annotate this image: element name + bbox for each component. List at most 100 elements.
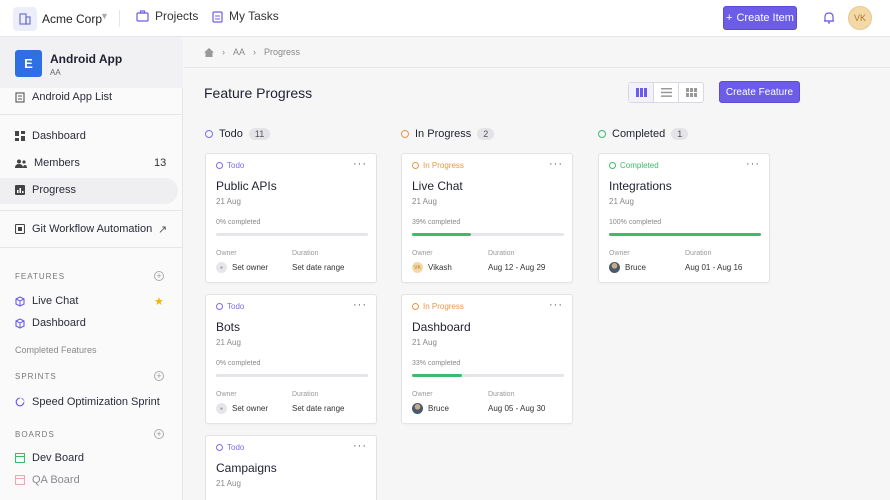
more-options-icon[interactable]: ··· [353,299,367,311]
feature-card[interactable]: Completed ··· Integrations 21 Aug 100% c… [598,153,770,283]
sprint-icon [15,397,25,407]
nav-projects[interactable]: Projects [136,9,198,23]
create-item-button[interactable]: + Create Item [723,6,797,30]
sidebar-item-progress[interactable]: Progress [15,184,76,196]
cube-icon [15,295,25,307]
chart-icon [15,185,25,195]
duration-field[interactable]: Set date range [292,263,344,272]
owner-field[interactable]: ● Set owner [216,262,268,273]
sidebar-item-label: Progress [32,184,77,196]
progress-text: 100% completed [609,219,662,226]
owner-field[interactable]: ● Set owner [216,403,268,414]
status-label: Todo [227,302,245,311]
external-link-icon[interactable]: ↗ [158,223,167,236]
sidebar-item-dev-board[interactable]: Dev Board [15,452,84,464]
sidebar-item-sprint[interactable]: Speed Optimization Sprint [15,396,160,408]
page-title: Feature Progress [204,85,313,101]
card-date: 21 Aug [216,338,241,347]
feature-card[interactable]: Todo ··· Bots 21 Aug 0% completed Owner … [205,294,377,424]
progress-bar [609,233,761,236]
sidebar-item-label: QA Board [32,474,80,486]
user-icon: ● [216,262,227,273]
chevron-down-icon[interactable]: ▼ [100,11,109,21]
sidebar-item-qa-board[interactable]: QA Board [15,474,80,486]
progress-bar [216,233,368,236]
status-dot-icon [412,162,419,169]
duration-label: Duration [488,250,515,257]
sidebar-item-label: Dashboard [32,130,86,142]
sidebar-item-list[interactable]: Android App List [15,91,112,103]
sidebar-item-feature-dashboard[interactable]: Dashboard [15,317,86,329]
sidebar-item-label: Live Chat [32,295,79,307]
plus-icon: + [726,12,733,24]
card-title: Live Chat [412,179,463,193]
duration-field[interactable]: Aug 12 - Aug 29 [488,263,545,272]
workspace-icon[interactable] [13,7,37,31]
more-options-icon[interactable]: ··· [549,158,563,170]
boards-section-title: BOARDS [15,430,55,439]
user-avatar[interactable]: VK [848,6,872,30]
add-sprint-icon[interactable]: + [154,371,164,381]
chevron-right-icon: › [253,47,257,57]
sidebar-item-members[interactable]: Members [15,157,80,169]
board-view-button[interactable] [629,83,654,102]
breadcrumb-item: Progress [264,47,301,57]
grid-view-button[interactable] [679,83,703,102]
divider [0,247,183,248]
column-header-todo: Todo 11 [205,128,271,140]
progress-bar [216,374,368,377]
card-title: Dashboard [412,320,471,334]
sprints-section-title: SPRINTS [15,372,57,381]
bell-icon[interactable] [823,11,835,24]
more-options-icon[interactable]: ··· [746,158,760,170]
sidebar-item-label: Git Workflow Automation [32,223,153,235]
owner-field[interactable]: Bruce [412,403,449,414]
status-label: In Progress [423,302,464,311]
owner-field[interactable]: Bruce [609,262,646,273]
feature-card[interactable]: Todo ··· Public APIs 21 Aug 0% completed… [205,153,377,283]
sidebar-item-dashboard[interactable]: Dashboard [15,130,86,142]
owner-label: Owner [216,391,237,398]
list-view-button[interactable] [654,83,679,102]
more-options-icon[interactable]: ··· [353,440,367,452]
workspace-name[interactable]: Acme Corp [42,12,102,26]
chevron-right-icon: › [222,47,225,57]
status-label: Todo [227,443,245,452]
home-icon[interactable] [204,47,214,57]
divider [0,114,183,115]
nav-my-tasks[interactable]: My Tasks [212,9,279,23]
sidebar-item-git-workflow[interactable]: Git Workflow Automation [15,223,152,235]
duration-field[interactable]: Set date range [292,404,344,413]
status-dot-icon [609,162,616,169]
create-feature-button[interactable]: Create Feature [719,81,800,103]
sidebar-item-label: Speed Optimization Sprint [32,396,160,408]
add-board-icon[interactable]: + [154,429,164,439]
progress-bar [412,374,564,377]
owner-value: Bruce [625,263,646,272]
star-icon[interactable]: ★ [154,295,164,308]
completed-features-link[interactable]: Completed Features [15,345,97,355]
more-options-icon[interactable]: ··· [353,158,367,170]
progress-text: 0% completed [216,360,261,367]
status-dot-icon [412,303,419,310]
column-count: 2 [477,128,495,140]
owner-value: Vikash [428,263,452,272]
feature-card[interactable]: Todo ··· Campaigns 21 Aug [205,435,377,500]
breadcrumb-item[interactable]: AA [233,47,245,57]
avatar [412,403,423,414]
git-icon [15,224,25,234]
feature-card[interactable]: In Progress ··· Dashboard 21 Aug 33% com… [401,294,573,424]
more-options-icon[interactable]: ··· [549,299,563,311]
nav-my-tasks-label: My Tasks [229,9,279,23]
app-header[interactable]: E Android App AA [0,37,183,88]
card-date: 21 Aug [216,197,241,206]
document-icon [15,91,25,103]
duration-field[interactable]: Aug 01 - Aug 16 [685,263,742,272]
columns-icon [635,88,647,97]
duration-field[interactable]: Aug 05 - Aug 30 [488,404,545,413]
owner-field[interactable]: VK Vikash [412,262,452,273]
add-feature-icon[interactable]: + [154,271,164,281]
feature-card[interactable]: In Progress ··· Live Chat 21 Aug 39% com… [401,153,573,283]
sidebar-item-live-chat[interactable]: Live Chat [15,295,78,307]
status-label: Todo [227,161,245,170]
